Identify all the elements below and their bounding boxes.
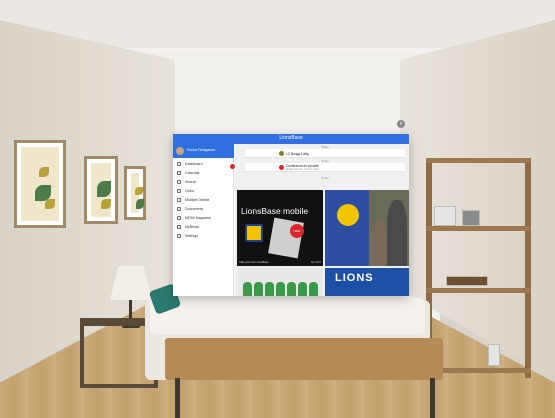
avatar [176, 147, 184, 155]
sidebar-item-label: Settings [185, 233, 198, 238]
person-image [387, 200, 407, 266]
lionsbase-app-window: LionsBase Sacha Ferrigarum Dashboard Cal… [173, 134, 409, 296]
coffee-table [165, 338, 443, 380]
banner-text: LIONS [335, 272, 374, 284]
sidebar-item-label: Calendar [185, 170, 200, 175]
wall-art-frame [14, 140, 66, 228]
group-member [276, 282, 285, 296]
sidebar-item-label: Clubs [185, 188, 195, 193]
clubs-icon [177, 189, 181, 193]
search-icon [177, 180, 181, 184]
group-member [254, 282, 263, 296]
app-title: LionsBase [279, 135, 303, 141]
sidebar-item-magazine[interactable]: MD99 Magazine [173, 214, 234, 223]
feed-item-subtitle: Multiple District · 12 Sept. 2021 [286, 168, 320, 171]
magazine-icon [177, 216, 181, 220]
settings-icon [177, 234, 181, 238]
group-member [298, 282, 307, 296]
group-member [287, 282, 296, 296]
news-tile-lions-banner[interactable]: LIONS [325, 268, 409, 296]
feed-item[interactable]: Conférence de synodie Multiple District … [245, 163, 405, 172]
sidebar-nav: Dashboard Calendar Search Clubs Multiple… [173, 160, 234, 241]
group-member [265, 282, 274, 296]
documents-icon [177, 207, 181, 211]
coffee-table-leg [430, 378, 435, 418]
sidebar-item-district[interactable]: Multiple District [173, 196, 234, 205]
event-icon [279, 165, 284, 170]
feed-item[interactable]: LC Bougy-Lullig [245, 149, 405, 158]
sidebar-item-label: Multiple District [185, 197, 210, 202]
profile-name: Sacha Ferrigarum [187, 148, 216, 152]
new-badge: NEW [290, 224, 304, 238]
sidebar-item-label: Dashboard [185, 161, 203, 166]
sidebar-item-calendar[interactable]: Calendar [173, 169, 234, 178]
wall-art-frame [84, 156, 118, 224]
sidebar: Sacha Ferrigarum Dashboard Calendar Sear… [173, 144, 235, 296]
club-icon [279, 151, 284, 156]
profile-header[interactable]: Sacha Ferrigarum [173, 144, 234, 158]
group-member [243, 282, 252, 296]
tile-date: Sep 2021 [310, 261, 321, 264]
tile-title: LionsBase mobile [241, 206, 309, 216]
news-tile-lionsbase-mobile[interactable]: LionsBase mobile NEW Take your own Lions… [237, 190, 323, 266]
sofa-back [150, 298, 425, 334]
lions-logo-icon [245, 224, 263, 242]
person-image [371, 220, 387, 266]
calendar-icon [177, 171, 181, 175]
tile-caption: Take your own LionsBase [239, 261, 269, 264]
sidebar-item-label: Documents [185, 206, 204, 211]
wall-art-frame [124, 166, 146, 220]
news-tile-group-photo[interactable] [237, 268, 323, 296]
sidebar-item-search[interactable]: Search [173, 178, 234, 187]
sidebar-item-documents[interactable]: Documents [173, 205, 234, 214]
sidebar-item-label: Search [185, 179, 197, 184]
lions-flag-image [325, 190, 369, 266]
news-tile-photo[interactable] [325, 190, 409, 266]
coffee-table-leg [175, 378, 180, 418]
app-title-bar: LionsBase [173, 134, 409, 144]
close-window-button[interactable]: × [397, 120, 405, 128]
district-icon [177, 198, 181, 202]
group-member [309, 282, 318, 296]
feed-date-header: Today [321, 176, 329, 180]
sidebar-item-label: MyNews [185, 224, 199, 229]
sidebar-item-dashboard[interactable]: Dashboard [173, 160, 234, 169]
news-icon [177, 225, 181, 229]
feed-item-title: LC Bougy-Lullig [286, 151, 309, 156]
lions-emblem-icon [337, 204, 359, 226]
dashboard-icon [177, 162, 181, 166]
sidebar-item-settings[interactable]: Settings [173, 232, 234, 241]
news-feed: Today LC Bougy-Lullig Today Conférence d… [235, 144, 409, 296]
sidebar-item-mynews[interactable]: MyNews [173, 223, 234, 232]
sidebar-item-label: MD99 Magazine [185, 215, 212, 220]
sidebar-item-clubs[interactable]: Clubs [173, 187, 234, 196]
